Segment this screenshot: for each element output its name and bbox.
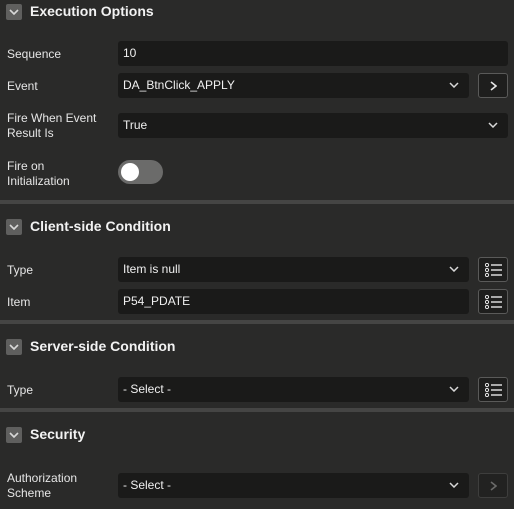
fire-when-label: Fire When Event Result Is (7, 111, 96, 141)
chevron-down-icon (449, 82, 459, 88)
go-to-authorization-button[interactable] (478, 473, 508, 498)
client-item-input[interactable]: P54_PDATE (118, 289, 469, 314)
section-title: Client-side Condition (30, 218, 171, 234)
client-item-label: Item (7, 295, 31, 309)
fire-on-init-label-line2: Initialization (7, 174, 70, 188)
event-select[interactable]: DA_BtnClick_APPLY (118, 73, 469, 98)
section-header-security[interactable]: Security (0, 423, 514, 449)
list-icon (485, 383, 502, 397)
chevron-right-icon (490, 481, 497, 491)
client-type-label: Type (7, 263, 34, 277)
sequence-label: Sequence (7, 47, 62, 61)
list-icon (485, 263, 502, 277)
authorization-label-line1: Authorization (7, 471, 78, 485)
collapse-chevron-down-icon[interactable] (6, 339, 22, 355)
fire-when-select[interactable]: True (118, 113, 508, 138)
fire-on-init-toggle[interactable] (118, 160, 163, 184)
go-to-event-button[interactable] (478, 73, 508, 98)
authorization-label: Authorization Scheme (7, 471, 77, 501)
collapse-chevron-down-icon[interactable] (6, 427, 22, 443)
section-header-client-condition[interactable]: Client-side Condition (0, 215, 514, 241)
server-type-list-button[interactable] (478, 377, 508, 402)
fire-on-init-label-line1: Fire on (7, 159, 45, 173)
toggle-knob (121, 163, 139, 181)
client-type-list-button[interactable] (478, 257, 508, 282)
authorization-select[interactable]: - Select - (118, 473, 469, 498)
client-type-value: Item is null (123, 262, 181, 276)
chevron-down-icon (449, 386, 459, 392)
authorization-label-line2: Scheme (7, 486, 52, 500)
section-divider (0, 320, 514, 324)
list-icon (485, 295, 502, 309)
section-header-server-condition[interactable]: Server-side Condition (0, 335, 514, 361)
chevron-down-icon (449, 482, 459, 488)
client-type-select[interactable]: Item is null (118, 257, 469, 282)
fire-when-label-line1: Fire When Event (7, 111, 97, 125)
section-divider (0, 200, 514, 204)
client-item-value: P54_PDATE (123, 294, 191, 308)
fire-when-value: True (123, 118, 148, 132)
event-value: DA_BtnClick_APPLY (123, 78, 235, 92)
client-item-list-button[interactable] (478, 289, 508, 314)
collapse-chevron-down-icon[interactable] (6, 4, 22, 20)
sequence-input[interactable]: 10 (118, 41, 508, 66)
section-title: Security (30, 426, 86, 442)
chevron-right-icon (490, 81, 497, 91)
collapse-chevron-down-icon[interactable] (6, 219, 22, 235)
chevron-down-icon (488, 122, 498, 128)
property-editor-panel: Execution Options Sequence 10 Event DA_B… (0, 0, 514, 509)
section-title: Server-side Condition (30, 338, 176, 354)
fire-when-label-line2: Result Is (7, 126, 54, 140)
section-header-execution-options[interactable]: Execution Options (0, 0, 514, 26)
chevron-down-icon (449, 266, 459, 272)
event-label: Event (7, 79, 38, 93)
server-type-select[interactable]: - Select - (118, 377, 469, 402)
server-type-label: Type (7, 383, 34, 397)
authorization-value: - Select - (123, 478, 172, 492)
section-title: Execution Options (30, 3, 154, 19)
server-type-value: - Select - (123, 382, 172, 396)
fire-on-init-label: Fire on Initialization (7, 159, 70, 189)
section-divider (0, 408, 514, 412)
sequence-value: 10 (123, 46, 137, 60)
